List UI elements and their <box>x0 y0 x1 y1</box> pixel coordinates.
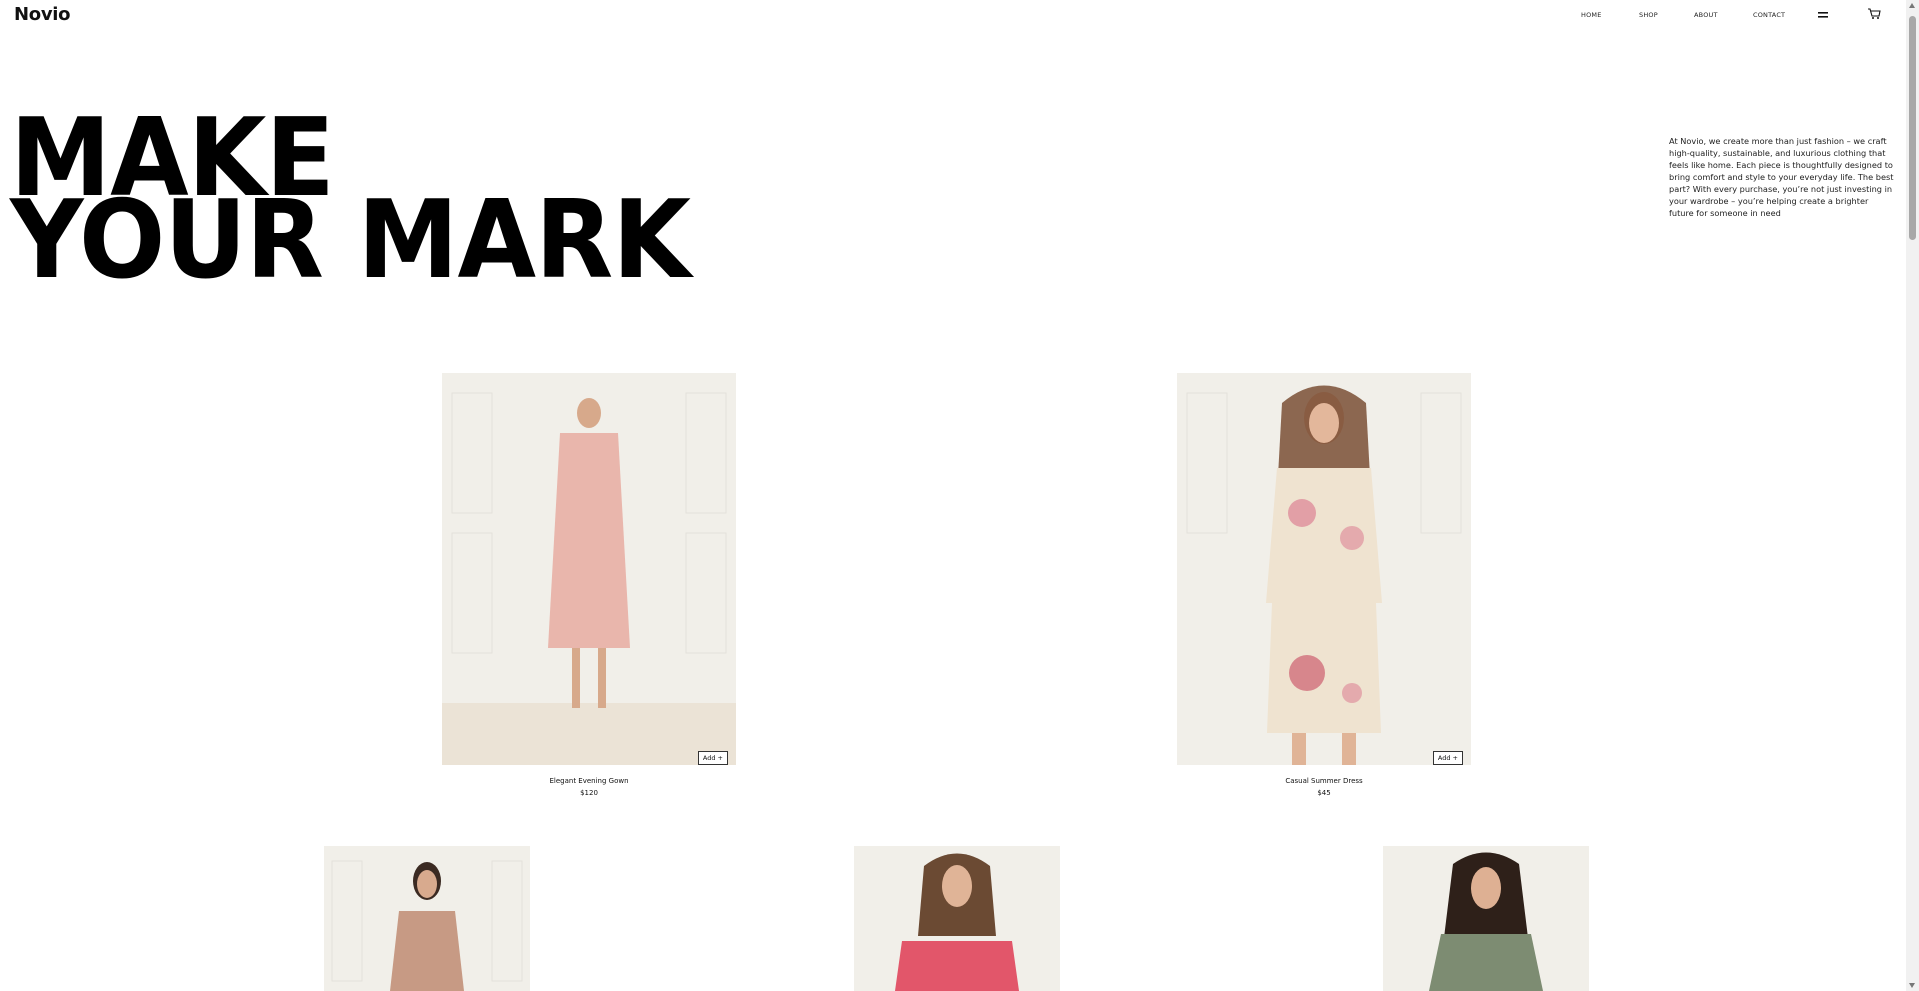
vertical-scrollbar[interactable] <box>1906 0 1919 991</box>
cart-icon[interactable] <box>1867 7 1881 20</box>
product-card[interactable] <box>324 846 530 991</box>
nav-shop[interactable]: SHOP <box>1639 11 1658 19</box>
product-card[interactable]: Add + Casual Summer Dress $45 <box>1177 373 1471 803</box>
product-card[interactable] <box>854 846 1060 991</box>
nav-about[interactable]: ABOUT <box>1694 11 1718 19</box>
product-image[interactable] <box>1383 846 1589 991</box>
product-image[interactable] <box>324 846 530 991</box>
nav-home[interactable]: HOME <box>1581 11 1602 19</box>
product-price: $45 <box>1317 789 1331 797</box>
scroll-down-arrow-icon[interactable] <box>1909 983 1915 988</box>
product-card[interactable]: Add + Elegant Evening Gown $120 <box>442 373 736 803</box>
product-price: $120 <box>580 789 598 797</box>
hero-blurb: At Novio, we create more than just fashi… <box>1669 136 1894 219</box>
product-image[interactable] <box>1177 373 1471 765</box>
scroll-thumb[interactable] <box>1909 16 1916 240</box>
scroll-up-arrow-icon[interactable] <box>1909 3 1915 8</box>
product-image[interactable] <box>442 373 736 765</box>
product-image[interactable] <box>854 846 1060 991</box>
hero-line-2: YOUR MARK <box>10 178 691 303</box>
hamburger-icon[interactable] <box>1818 11 1830 20</box>
product-figure <box>548 433 630 648</box>
add-to-cart-button[interactable]: Add + <box>1432 751 1463 765</box>
product-name[interactable]: Casual Summer Dress <box>1177 777 1471 785</box>
product-card[interactable] <box>1383 846 1589 991</box>
product-name[interactable]: Elegant Evening Gown <box>442 777 736 785</box>
add-to-cart-button[interactable]: Add + <box>697 751 728 765</box>
main-nav: HOME SHOP ABOUT CONTACT <box>0 11 1919 25</box>
nav-contact[interactable]: CONTACT <box>1753 11 1785 19</box>
hero-title: MAKE YOUR MARK <box>10 105 691 303</box>
